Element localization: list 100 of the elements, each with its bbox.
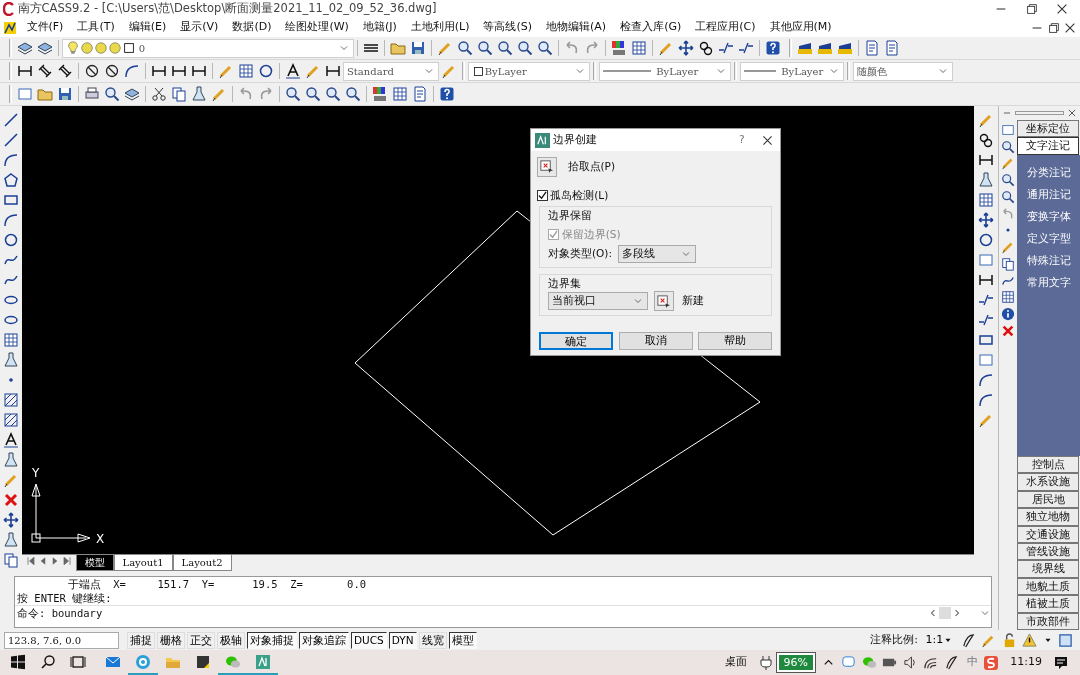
layers-icon[interactable] [124,86,140,102]
page-icon[interactable] [1001,122,1015,137]
ruler-icon[interactable] [836,40,853,56]
cross-icon[interactable] [3,492,19,508]
folder-icon[interactable] [37,86,53,102]
restore-icon[interactable] [1046,20,1061,35]
magnifier-icon[interactable] [457,40,473,56]
dialog-button[interactable]: 确定 [539,331,613,350]
menu-item[interactable]: 检查入库(G) [613,19,689,36]
speaker-icon[interactable] [902,655,918,670]
menu-item[interactable]: 编辑(E) [121,19,174,36]
circle-icon[interactable] [3,232,19,248]
palette-icon[interactable] [611,40,627,56]
dialog-button[interactable]: 取消 [618,331,693,350]
menu-item[interactable]: 绘图处理(W) [278,19,356,36]
break-line-icon[interactable] [978,292,994,308]
scrollbar-thumb[interactable] [938,607,951,619]
ruler-icon[interactable] [816,40,833,56]
input-logo-icon[interactable] [983,654,1000,671]
status-toggle[interactable]: 对象追踪 [299,631,349,649]
battery-indicator[interactable]: 96% [776,653,816,672]
first-icon[interactable] [24,555,37,567]
status-toggle[interactable]: 正交 [187,631,215,649]
panel-section-button[interactable]: 坐标定位 [1017,120,1079,138]
grid-icon[interactable] [3,332,19,348]
break-line-icon[interactable] [738,40,754,56]
hatch-icon[interactable] [3,412,19,428]
magnifier-icon[interactable] [285,86,301,102]
dimension-icon[interactable] [978,152,994,168]
save-icon[interactable] [410,40,426,56]
status-toggle[interactable]: 线宽 [418,631,447,649]
window-icon[interactable] [1058,632,1074,648]
status-toggle[interactable]: DYN [388,631,417,649]
panel-sub-item[interactable]: 特殊注记 [1017,248,1080,271]
magnifier-icon[interactable] [345,86,361,102]
status-toggle[interactable]: DUCS [351,631,387,649]
input-method-indicator[interactable]: 中 [966,654,978,671]
menu-item[interactable]: 其他应用(M) [762,19,839,36]
grid-icon[interactable] [978,192,994,208]
dimension-icon[interactable] [17,63,33,79]
flask-icon[interactable] [191,86,207,102]
linetype-dropdown[interactable]: ByLayer [598,61,731,81]
task-view-icon[interactable] [69,653,86,670]
rectangle-icon[interactable] [978,332,994,348]
slashed-circle-icon[interactable] [104,63,120,79]
wifi-icon[interactable] [923,655,939,670]
arc-icon[interactable] [978,392,994,408]
pick-button[interactable] [536,156,557,177]
plot-style-dropdown[interactable]: 随颜色 [852,61,953,81]
panel-section-button[interactable]: 植被土质 [1017,595,1079,613]
arc-icon[interactable] [3,212,19,228]
status-toggle[interactable]: 栅格 [157,631,185,649]
layer-dropdown[interactable]: 0 [62,38,354,58]
panel-section-button[interactable]: 文字注记 [1017,137,1079,155]
flask-icon[interactable] [3,452,19,468]
magnifier-icon[interactable] [325,86,341,102]
info-icon[interactable] [1001,307,1015,321]
menu-item[interactable]: 等高线(S) [476,19,540,36]
windows-icon[interactable] [9,653,26,670]
panel-sub-item[interactable]: 变换字体 [1017,204,1080,227]
status-toggle[interactable]: 模型 [448,631,477,649]
document-icon[interactable] [2,20,17,35]
status-toggle[interactable]: 捕捉 [127,631,155,649]
last-icon[interactable] [60,555,73,567]
layers-icon[interactable] [37,40,53,56]
magnifier-icon[interactable] [1001,189,1015,204]
restore-icon[interactable] [1024,2,1039,16]
copy-icon[interactable] [3,552,19,568]
copy-icon[interactable] [171,86,187,102]
polygon-icon[interactable] [3,172,19,188]
menu-item[interactable]: 土地利用(L) [403,19,477,36]
dimension-icon[interactable] [191,63,207,79]
panel-sub-item[interactable]: 分类注记 [1017,160,1080,183]
panel-section-button[interactable]: 境界线 [1017,560,1079,578]
arc-icon[interactable] [3,152,19,168]
palette-icon[interactable] [372,86,388,102]
move-icon[interactable] [3,512,19,528]
status-toggle[interactable]: 极轴 [217,631,245,649]
printer-icon[interactable] [84,86,100,102]
magnifier-icon[interactable] [477,40,493,56]
chain-icon[interactable] [978,132,994,148]
panel-sub-item[interactable]: 通用注记 [1017,182,1080,205]
panel-section-button[interactable]: 水系设施 [1017,473,1079,491]
browser-icon[interactable] [135,653,152,670]
folder-icon[interactable] [390,40,406,56]
menu-item[interactable]: 地物编辑(A) [539,19,614,36]
help-button[interactable]: ? [738,132,745,148]
boundary-set-dropdown[interactable]: 当前视口 [548,292,648,311]
speech-bubble-icon[interactable] [841,655,857,670]
close-icon[interactable] [761,133,774,147]
search-icon[interactable] [39,653,56,670]
arc-icon[interactable] [124,63,140,79]
cross-icon[interactable] [1001,323,1015,338]
grid-icon[interactable] [238,63,254,79]
object-type-dropdown[interactable]: 多段线 [617,245,696,263]
layout-tab[interactable]: 模型 [75,555,114,571]
line-icon[interactable] [3,112,19,128]
dimension-icon[interactable] [325,63,341,79]
menu-item[interactable]: 地籍(J) [355,19,404,36]
lineweight-dropdown[interactable]: ByLayer [739,61,844,81]
